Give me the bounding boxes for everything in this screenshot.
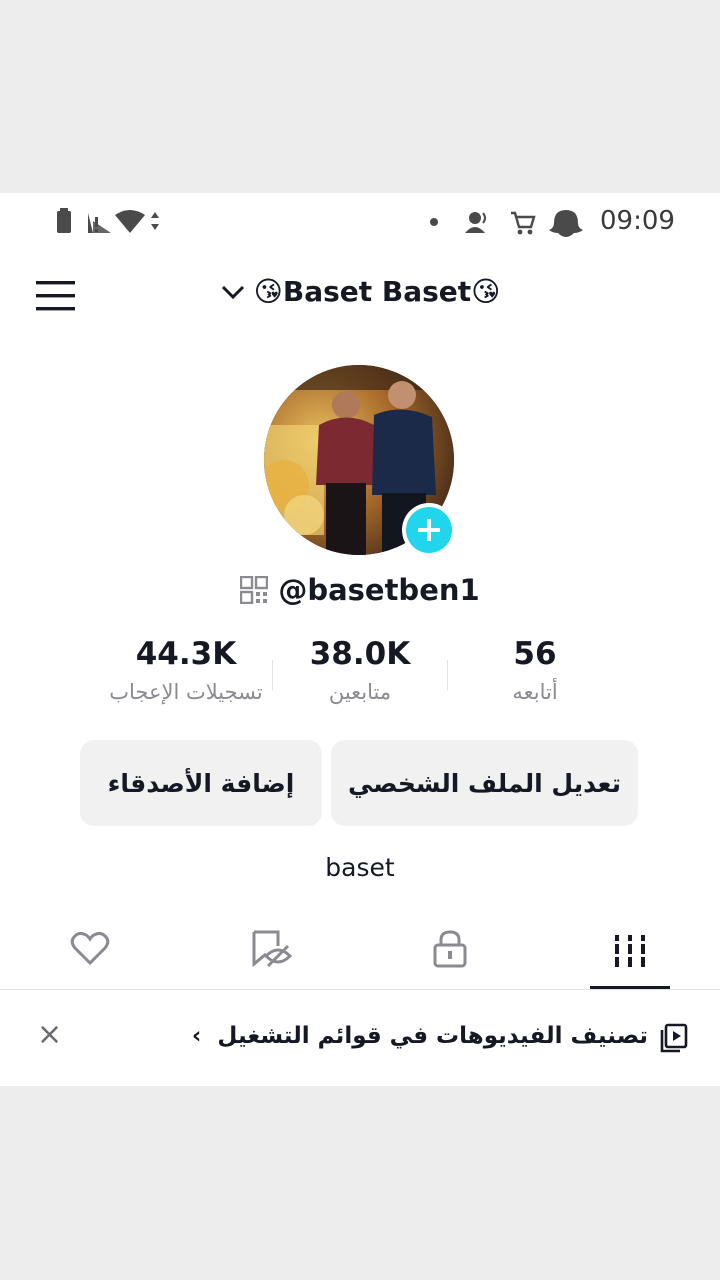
stat-likes[interactable]: 44.3K تسجيلات الإعجاب [86, 636, 286, 704]
username: @basetben1 [278, 573, 480, 607]
add-avatar-button[interactable] [402, 503, 456, 557]
status-time: 09:09 [600, 206, 675, 236]
playlist-banner-text[interactable]: تصنيف الفيديوهات في قوائم التشغيل › [192, 1023, 648, 1049]
qr-code-icon[interactable] [240, 576, 269, 604]
no-signal-icon [88, 213, 111, 233]
lock-icon[interactable] [432, 930, 468, 968]
playlist-icon [660, 1023, 688, 1053]
wifi-icon [115, 210, 145, 233]
status-icons-right [430, 210, 583, 237]
playlist-banner[interactable]: × تصنيف الفيديوهات في قوائم التشغيل › [0, 1013, 720, 1063]
chevron-left-icon: › [191, 1023, 202, 1049]
battery-icon [57, 208, 71, 233]
tab-divider [0, 989, 720, 990]
bookmark-hidden-icon[interactable] [250, 930, 292, 968]
profile-header[interactable]: 😘Baset Baset😘 [0, 275, 720, 309]
chevron-down-icon [221, 285, 244, 299]
likes-count: 44.3K [135, 636, 237, 672]
followers-count: 38.0K [309, 636, 411, 672]
close-icon[interactable]: × [37, 1017, 62, 1052]
stat-followers[interactable]: 38.0K متابعين [260, 636, 460, 704]
add-friends-button[interactable]: إضافة الأصدقاء [80, 740, 322, 826]
edit-profile-button[interactable]: تعديل الملف الشخصي [331, 740, 638, 826]
data-arrows-icon [151, 212, 159, 230]
likes-label: تسجيلات الإعجاب [109, 680, 263, 704]
status-icons-left [57, 208, 159, 233]
cart-icon [511, 211, 536, 235]
snapchat-icon [549, 210, 583, 237]
bio-text: baset [325, 853, 395, 882]
page-title: 😘Baset Baset😘 [253, 275, 501, 308]
username-row: @basetben1 [0, 573, 720, 611]
playlist-banner-label: تصنيف الفيديوهات في قوائم التشغيل [217, 1023, 648, 1049]
heart-icon[interactable] [70, 930, 110, 966]
grid-icon[interactable] [612, 933, 648, 969]
dot-icon [430, 218, 438, 226]
profile-screen: 09:09 😘Baset Baset😘 @basetben1 44.3K تسج… [0, 193, 720, 1086]
person-voice-icon [465, 212, 486, 233]
following-count: 56 [513, 636, 557, 672]
following-label: أتابعه [512, 680, 558, 704]
plus-icon [406, 507, 452, 553]
followers-label: متابعين [328, 680, 392, 704]
stat-following[interactable]: 56 أتابعه [435, 636, 635, 704]
